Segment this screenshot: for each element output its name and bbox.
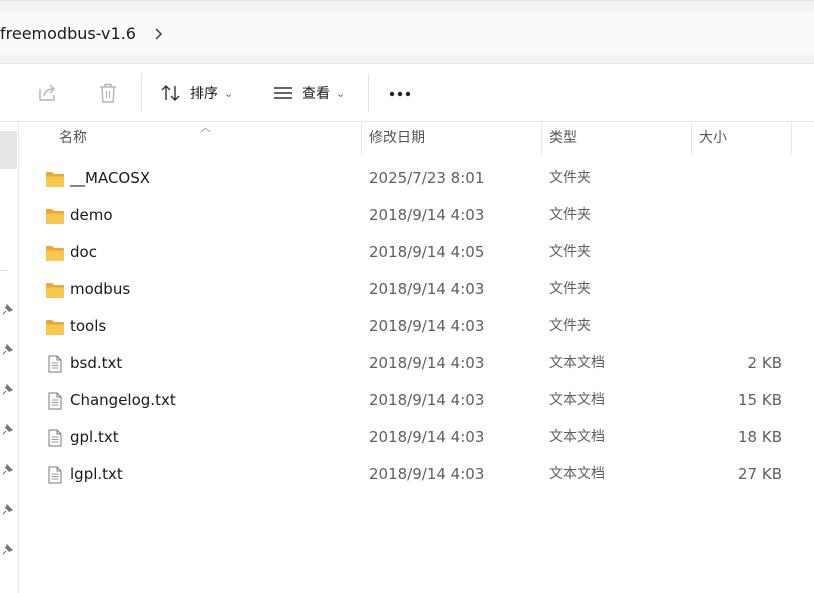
column-header-type[interactable]: 类型 xyxy=(549,122,577,155)
table-row[interactable]: lgpl.txt 2018/9/14 4:03 文本文档 27 KB xyxy=(19,456,814,493)
file-date: 2018/9/14 4:03 xyxy=(369,465,485,483)
file-type: 文本文档 xyxy=(549,392,605,408)
file-date: 2018/9/14 4:03 xyxy=(369,354,485,372)
file-size: 27 KB xyxy=(738,465,782,483)
sort-icon xyxy=(161,85,180,101)
text-file-icon xyxy=(48,392,62,410)
file-type: 文本文档 xyxy=(549,466,605,482)
pin-icon xyxy=(2,463,14,475)
file-name: bsd.txt xyxy=(70,354,123,372)
view-button[interactable]: 查看 ⌄ xyxy=(272,83,345,103)
folder-icon xyxy=(46,172,64,187)
address-bar: freemodbus-v1.6 xyxy=(0,0,814,64)
column-header-row: ︿ 名称 修改日期 类型 大小 xyxy=(19,121,814,155)
list-view-icon xyxy=(274,87,292,99)
file-date: 2018/9/14 4:03 xyxy=(369,428,485,446)
file-date: 2018/9/14 4:03 xyxy=(369,391,485,409)
pin-icon xyxy=(2,343,14,355)
file-type: 文件夹 xyxy=(549,281,591,297)
pin-icon xyxy=(2,303,14,315)
chevron-down-icon: ⌄ xyxy=(336,86,346,100)
nav-item-selected[interactable] xyxy=(0,131,17,169)
file-name: __MACOSX xyxy=(70,169,151,187)
nav-separator xyxy=(0,270,8,271)
pin-icon xyxy=(2,543,14,555)
file-type: 文件夹 xyxy=(549,318,591,334)
sort-label: 排序 xyxy=(190,86,218,102)
table-row[interactable]: modbus 2018/9/14 4:03 文件夹 xyxy=(19,271,814,308)
file-size: 18 KB xyxy=(738,428,782,446)
file-name: doc xyxy=(70,243,97,261)
file-type: 文件夹 xyxy=(549,244,591,260)
column-divider[interactable] xyxy=(691,122,692,155)
column-divider[interactable] xyxy=(791,122,792,155)
delete-button[interactable] xyxy=(97,82,119,104)
text-file-icon xyxy=(48,429,62,447)
pin-icon xyxy=(2,383,14,395)
table-row[interactable]: Changelog.txt 2018/9/14 4:03 文本文档 15 KB xyxy=(19,382,814,419)
more-options-button[interactable] xyxy=(389,91,413,97)
folder-icon xyxy=(46,283,64,298)
file-size: 15 KB xyxy=(738,391,782,409)
file-date: 2018/9/14 4:03 xyxy=(369,317,485,335)
file-type: 文本文档 xyxy=(549,355,605,371)
file-name: lgpl.txt xyxy=(70,465,123,483)
folder-icon xyxy=(46,320,64,335)
column-header-date[interactable]: 修改日期 xyxy=(369,122,425,155)
file-date: 2018/9/14 4:03 xyxy=(369,280,485,298)
sort-button[interactable]: 排序 ⌄ xyxy=(160,83,233,103)
file-date: 2025/7/23 8:01 xyxy=(369,169,485,187)
file-type: 文本文档 xyxy=(549,429,605,445)
file-name: demo xyxy=(70,206,113,224)
column-header-name[interactable]: 名称 xyxy=(59,122,87,155)
column-divider[interactable] xyxy=(361,122,362,155)
navigation-pane xyxy=(0,122,19,593)
view-label: 查看 xyxy=(302,86,330,102)
folder-icon xyxy=(46,209,64,224)
table-row[interactable]: __MACOSX 2025/7/23 8:01 文件夹 xyxy=(19,160,814,197)
table-row[interactable]: demo 2018/9/14 4:03 文件夹 xyxy=(19,197,814,234)
file-size: 2 KB xyxy=(747,354,782,372)
chevron-down-icon: ⌄ xyxy=(224,86,234,100)
file-name: gpl.txt xyxy=(70,428,119,446)
command-bar: 排序 ⌄ 查看 ⌄ xyxy=(0,64,814,122)
file-name: modbus xyxy=(70,280,131,298)
table-row[interactable]: tools 2018/9/14 4:03 文件夹 xyxy=(19,308,814,345)
file-date: 2018/9/14 4:05 xyxy=(369,243,485,261)
ellipsis-icon xyxy=(389,91,411,97)
trash-icon xyxy=(100,83,116,103)
file-type: 文件夹 xyxy=(549,170,591,186)
toolbar-divider xyxy=(368,74,369,112)
file-type: 文件夹 xyxy=(549,207,591,223)
share-button[interactable] xyxy=(37,83,59,103)
table-row[interactable]: bsd.txt 2018/9/14 4:03 文本文档 2 KB xyxy=(19,345,814,382)
share-icon xyxy=(39,84,55,101)
breadcrumb-current-folder[interactable]: freemodbus-v1.6 xyxy=(0,24,136,43)
column-divider[interactable] xyxy=(541,122,542,155)
toolbar-divider xyxy=(141,74,142,112)
text-file-icon xyxy=(48,466,62,484)
table-row[interactable]: doc 2018/9/14 4:05 文件夹 xyxy=(19,234,814,271)
column-header-size[interactable]: 大小 xyxy=(699,122,727,155)
chevron-right-icon[interactable] xyxy=(153,26,165,42)
file-name: Changelog.txt xyxy=(70,391,176,409)
pin-icon xyxy=(2,423,14,435)
text-file-icon xyxy=(48,355,62,373)
pin-icon xyxy=(2,503,14,515)
file-date: 2018/9/14 4:03 xyxy=(369,206,485,224)
sort-ascending-icon: ︿ xyxy=(200,121,211,134)
file-name: tools xyxy=(70,317,107,335)
table-row[interactable]: gpl.txt 2018/9/14 4:03 文本文档 18 KB xyxy=(19,419,814,456)
folder-icon xyxy=(46,246,64,261)
